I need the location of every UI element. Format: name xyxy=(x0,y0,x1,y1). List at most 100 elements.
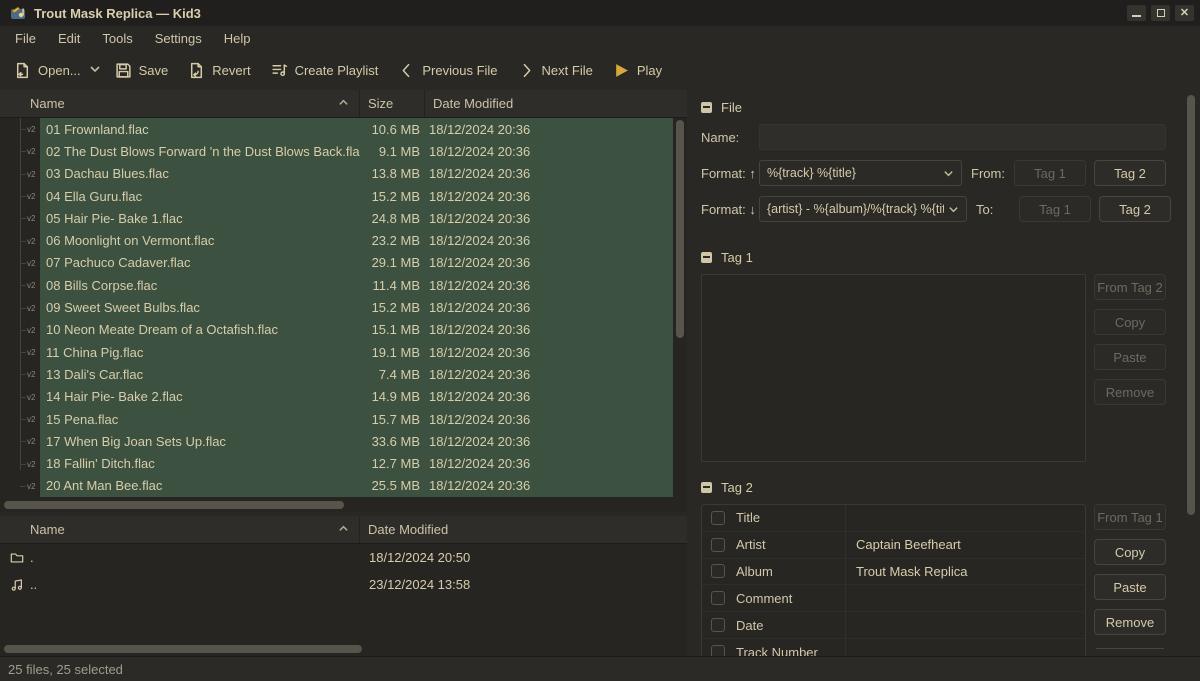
tag2-field-value[interactable] xyxy=(846,639,1085,656)
file-row[interactable]: v218 Fallin' Ditch.flac12.7 MB18/12/2024… xyxy=(0,452,673,474)
column-header-date-modified[interactable]: Date Modified xyxy=(425,90,687,117)
file-row-selected[interactable]: 01 Frownland.flac10.6 MB18/12/2024 20:36 xyxy=(40,118,673,140)
directory-row[interactable]: ..23/12/2024 13:58 xyxy=(0,571,687,598)
format-from-tag-combo[interactable]: %{track} %{title} xyxy=(759,160,962,186)
checkbox-album[interactable] xyxy=(711,564,725,578)
file-size-cell: 9.1 MB xyxy=(360,144,420,159)
file-row[interactable]: v204 Ella Guru.flac15.2 MB18/12/2024 20:… xyxy=(0,185,673,207)
checkbox-artist[interactable] xyxy=(711,538,725,552)
minimize-button[interactable] xyxy=(1127,5,1146,21)
toolbar-button-previous-file[interactable]: Previous File xyxy=(398,62,497,79)
file-row-selected[interactable]: 14 Hair Pie- Bake 2.flac14.9 MB18/12/202… xyxy=(40,386,673,408)
file-row-selected[interactable]: 09 Sweet Sweet Bulbs.flac15.2 MB18/12/20… xyxy=(40,296,673,318)
toolbar-button-open[interactable]: Open... xyxy=(14,62,81,79)
toolbar-button-revert[interactable]: Revert xyxy=(188,62,250,79)
file-row-selected[interactable]: 10 Neon Meate Dream of a Octafish.flac15… xyxy=(40,319,673,341)
checkbox-date[interactable] xyxy=(711,618,725,632)
file-row[interactable]: v205 Hair Pie- Bake 1.flac24.8 MB18/12/2… xyxy=(0,207,673,229)
file-row-selected[interactable]: 07 Pachuco Cadaver.flac29.1 MB18/12/2024… xyxy=(40,252,673,274)
tag1-copy-button: Copy xyxy=(1094,309,1166,335)
tag2-field-value[interactable] xyxy=(846,505,1085,531)
file-name-cell: 06 Moonlight on Vermont.flac xyxy=(40,233,360,248)
open-dropdown-button[interactable] xyxy=(89,63,101,78)
column-header-size[interactable]: Size xyxy=(360,90,425,117)
tag-panel-scrollbar-thumb[interactable] xyxy=(1187,95,1195,515)
file-row[interactable]: v207 Pachuco Cadaver.flac29.1 MB18/12/20… xyxy=(0,252,673,274)
file-row-selected[interactable]: 18 Fallin' Ditch.flac12.7 MB18/12/2024 2… xyxy=(40,452,673,474)
filename-input[interactable] xyxy=(759,124,1166,150)
file-row[interactable]: v208 Bills Corpse.flac11.4 MB18/12/2024 … xyxy=(0,274,673,296)
tag2-field-value[interactable]: Trout Mask Replica xyxy=(846,559,1085,585)
file-row[interactable]: v203 Dachau Blues.flac13.8 MB18/12/2024 … xyxy=(0,163,673,185)
file-row-selected[interactable]: 05 Hair Pie- Bake 1.flac24.8 MB18/12/202… xyxy=(40,207,673,229)
file-row-selected[interactable]: 08 Bills Corpse.flac11.4 MB18/12/2024 20… xyxy=(40,274,673,296)
file-row[interactable]: v220 Ant Man Bee.flac25.5 MB18/12/2024 2… xyxy=(0,475,673,497)
tag2-field-value[interactable] xyxy=(846,612,1085,638)
close-button[interactable]: ✕ xyxy=(1175,5,1194,21)
collapse-icon[interactable] xyxy=(701,102,712,113)
tag2-field-value[interactable] xyxy=(846,585,1085,611)
tag2-paste-button[interactable]: Paste xyxy=(1094,574,1166,600)
file-row[interactable]: v209 Sweet Sweet Bulbs.flac15.2 MB18/12/… xyxy=(0,296,673,318)
menu-item-edit[interactable]: Edit xyxy=(47,28,91,49)
file-row[interactable]: v201 Frownland.flac10.6 MB18/12/2024 20:… xyxy=(0,118,673,140)
toolbar-button-save[interactable]: Save xyxy=(115,62,169,79)
file-list-vertical-scrollbar[interactable] xyxy=(673,118,687,498)
tag-panel-vertical-scrollbar[interactable] xyxy=(1187,95,1195,656)
tag2-copy-button[interactable]: Copy xyxy=(1094,539,1166,565)
menu-item-file[interactable]: File xyxy=(4,28,47,49)
file-row-selected[interactable]: 03 Dachau Blues.flac13.8 MB18/12/2024 20… xyxy=(40,163,673,185)
file-row-selected[interactable]: 17 When Big Joan Sets Up.flac33.6 MB18/1… xyxy=(40,430,673,452)
file-row[interactable]: v211 China Pig.flac19.1 MB18/12/2024 20:… xyxy=(0,341,673,363)
file-row-selected[interactable]: 06 Moonlight on Vermont.flac23.2 MB18/12… xyxy=(40,229,673,251)
tag2-field-value[interactable]: Captain Beefheart xyxy=(846,532,1085,558)
dir-column-header-date-modified[interactable]: Date Modified xyxy=(360,516,687,543)
column-header-name[interactable]: Name xyxy=(0,90,360,117)
directory-name-cell: . xyxy=(26,550,360,565)
menu-bar: FileEditToolsSettingsHelp xyxy=(0,26,1200,50)
format-to-tag-combo[interactable]: {artist} - %{album}/%{track} %{title} xyxy=(759,196,967,222)
collapse-icon[interactable] xyxy=(701,482,712,493)
tag1-empty-frame xyxy=(701,274,1086,462)
toolbar-button-play[interactable]: Play xyxy=(613,62,662,79)
toolbar-button-create-playlist[interactable]: Create Playlist xyxy=(271,62,379,79)
file-list-horizontal-scrollbar[interactable] xyxy=(0,498,687,512)
file-row[interactable]: v215 Pena.flac15.7 MB18/12/2024 20:36 xyxy=(0,408,673,430)
dir-column-header-name[interactable]: Name xyxy=(0,516,360,543)
file-list-hscrollbar-thumb[interactable] xyxy=(4,501,344,509)
menu-item-settings[interactable]: Settings xyxy=(144,28,213,49)
tag2-remove-button[interactable]: Remove xyxy=(1094,609,1166,635)
column-header-size-label: Size xyxy=(368,96,393,111)
maximize-button[interactable] xyxy=(1151,5,1170,21)
file-row-selected[interactable]: 20 Ant Man Bee.flac25.5 MB18/12/2024 20:… xyxy=(40,475,673,497)
file-row-selected[interactable]: 11 China Pig.flac19.1 MB18/12/2024 20:36 xyxy=(40,341,673,363)
to-tag-2-button[interactable]: Tag 2 xyxy=(1099,196,1171,222)
menu-item-help[interactable]: Help xyxy=(213,28,262,49)
file-row[interactable]: v210 Neon Meate Dream of a Octafish.flac… xyxy=(0,319,673,341)
toolbar-button-label: Revert xyxy=(212,63,250,78)
directory-row[interactable]: .18/12/2024 20:50 xyxy=(0,544,687,571)
checkbox-comment[interactable] xyxy=(711,591,725,605)
file-row-selected[interactable]: 02 The Dust Blows Forward 'n the Dust Bl… xyxy=(40,140,673,162)
directory-hscrollbar-thumb[interactable] xyxy=(4,645,362,653)
file-list-scrollbar-thumb[interactable] xyxy=(676,120,684,338)
checkbox-title[interactable] xyxy=(711,511,725,525)
file-row-selected[interactable]: 04 Ella Guru.flac15.2 MB18/12/2024 20:36 xyxy=(40,185,673,207)
file-row[interactable]: v202 The Dust Blows Forward 'n the Dust … xyxy=(0,140,673,162)
file-date-cell: 18/12/2024 20:36 xyxy=(420,412,673,427)
toolbar-button-next-file[interactable]: Next File xyxy=(518,62,593,79)
file-row[interactable]: v214 Hair Pie- Bake 2.flac14.9 MB18/12/2… xyxy=(0,386,673,408)
toolbar-button-label: Save xyxy=(139,63,169,78)
file-row[interactable]: v217 When Big Joan Sets Up.flac33.6 MB18… xyxy=(0,430,673,452)
from-tag-2-button[interactable]: Tag 2 xyxy=(1094,160,1166,186)
file-row[interactable]: v206 Moonlight on Vermont.flac23.2 MB18/… xyxy=(0,229,673,251)
file-row[interactable]: v213 Dali's Car.flac7.4 MB18/12/2024 20:… xyxy=(0,363,673,385)
collapse-icon[interactable] xyxy=(701,252,712,263)
checkbox-track-number[interactable] xyxy=(711,645,725,656)
file-date-cell: 18/12/2024 20:36 xyxy=(420,367,673,382)
directory-horizontal-scrollbar[interactable] xyxy=(0,642,687,656)
toolbar-button-label: Next File xyxy=(542,63,593,78)
menu-item-tools[interactable]: Tools xyxy=(91,28,143,49)
file-row-selected[interactable]: 15 Pena.flac15.7 MB18/12/2024 20:36 xyxy=(40,408,673,430)
file-row-selected[interactable]: 13 Dali's Car.flac7.4 MB18/12/2024 20:36 xyxy=(40,363,673,385)
